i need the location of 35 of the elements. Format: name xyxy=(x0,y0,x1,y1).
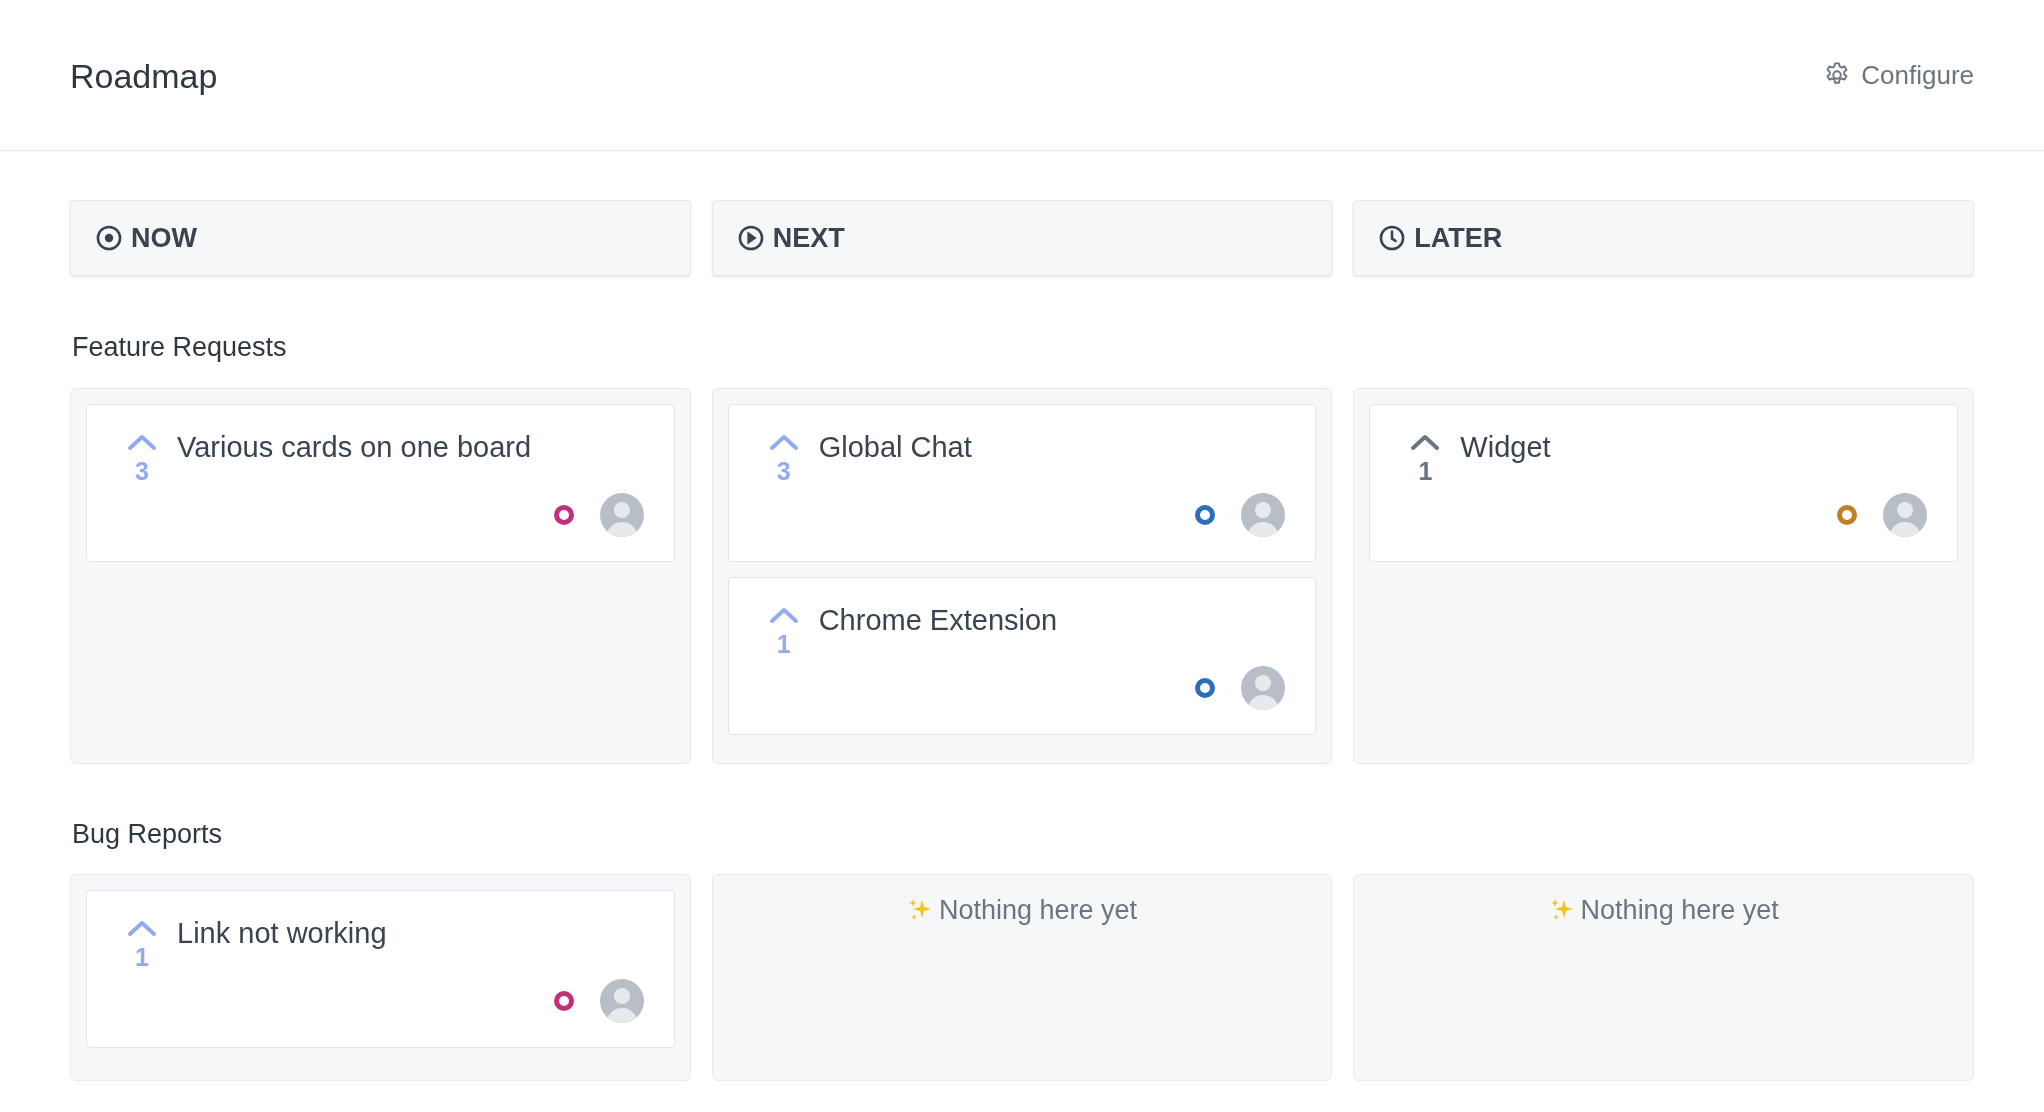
caret-up-icon xyxy=(1410,432,1441,451)
caret-up-icon xyxy=(768,432,799,451)
card-title: Widget xyxy=(1460,429,1551,465)
caret-up-icon xyxy=(127,432,157,451)
empty-state-text: Nothing here yet xyxy=(1580,894,1779,927)
column-title: LATER xyxy=(1414,221,1503,255)
roadmap-card[interactable]: 3 Various cards on one board xyxy=(86,403,675,562)
clock-icon xyxy=(1378,224,1407,252)
card-title: Various cards on one board xyxy=(177,429,532,465)
column-title: NEXT xyxy=(772,221,845,255)
play-circle-icon xyxy=(736,224,765,252)
card-title: Link not working xyxy=(177,916,387,951)
vote-count: 1 xyxy=(135,945,149,970)
vote-count: 3 xyxy=(776,458,791,484)
vote-count: 3 xyxy=(135,458,149,484)
roadmap-card[interactable]: 1 Chrome Extension xyxy=(727,576,1317,735)
card-title: Global Chat xyxy=(818,429,972,465)
caret-up-icon xyxy=(127,919,157,937)
avatar xyxy=(599,979,644,1023)
roadmap-card[interactable]: 1 Widget xyxy=(1369,403,1958,562)
roadmap-card[interactable]: 3 Global Chat xyxy=(727,403,1317,562)
roadmap-card[interactable]: 1 Link not working xyxy=(86,890,675,1048)
empty-state-text: Nothing here yet xyxy=(938,894,1138,927)
vote-count: 1 xyxy=(776,631,791,657)
avatar xyxy=(1883,492,1927,537)
configure-button[interactable]: Configure xyxy=(1823,55,1974,95)
vote-count: 1 xyxy=(1418,458,1433,484)
section-title: Feature Requests xyxy=(72,331,288,364)
card-title: Chrome Extension xyxy=(818,602,1058,638)
dot-circle-icon xyxy=(95,224,123,252)
column-title: NOW xyxy=(131,221,197,255)
upvote-button[interactable]: 1 xyxy=(1410,428,1441,484)
page-title: Roadmap xyxy=(70,55,218,97)
caret-up-icon xyxy=(768,605,799,624)
section-title: Bug Reports xyxy=(72,817,224,851)
